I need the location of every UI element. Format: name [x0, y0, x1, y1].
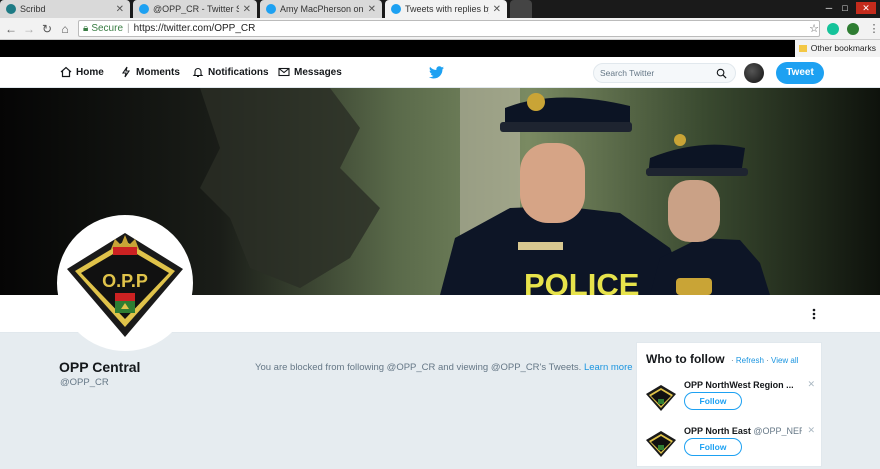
- nav-moments-label: Moments: [136, 66, 180, 78]
- back-arrow-icon[interactable]: ←: [3, 21, 19, 37]
- tab-title: @OPP_CR - Twitter Sear: [153, 4, 239, 14]
- nav-notifications[interactable]: Notifications: [192, 66, 269, 78]
- browser-tab-active[interactable]: Tweets with replies by O ✕: [385, 0, 507, 18]
- more-options-icon[interactable]: [808, 307, 820, 321]
- follow-button[interactable]: Follow: [684, 438, 742, 456]
- nav-messages-label: Messages: [294, 66, 342, 78]
- user-avatar[interactable]: [744, 63, 764, 83]
- opp-badge-icon[interactable]: [645, 384, 677, 412]
- search-icon[interactable]: [716, 68, 727, 79]
- blocked-notice: You are blocked from following @OPP_CR a…: [255, 362, 633, 373]
- twitter-bird-logo-icon[interactable]: [429, 66, 444, 79]
- tweet-button[interactable]: Tweet: [776, 62, 824, 84]
- nav-moments[interactable]: Moments: [120, 66, 180, 78]
- minimize-icon[interactable]: ─: [822, 2, 836, 14]
- who-to-follow-panel: Who to follow · Refresh · View all OPP N…: [636, 342, 822, 467]
- nav-home-label: Home: [76, 66, 104, 78]
- opp-badge-icon[interactable]: [645, 430, 677, 458]
- nav-notifications-label: Notifications: [208, 66, 269, 78]
- browser-toolbar: ← → ↻ ⌂ 🔒︎ Secure | https://twitter.com/OPP…: [0, 18, 880, 40]
- bookmarks-bar: [0, 40, 880, 57]
- close-icon[interactable]: ✕: [493, 4, 501, 15]
- window-close-icon[interactable]: ✕: [856, 2, 876, 14]
- extension-icon[interactable]: [847, 23, 859, 35]
- suggestion-item: OPP North East @OPP_NER ✕ Follow: [637, 425, 823, 469]
- browser-tab-strip: Scribd ✕ @OPP_CR - Twitter Sear ✕ Amy Ma…: [0, 0, 880, 18]
- tab-title: Scribd: [20, 4, 46, 14]
- forward-arrow-icon[interactable]: →: [21, 21, 37, 37]
- twitter-bird-icon: [139, 4, 149, 14]
- extension-grammarly-icon[interactable]: [827, 23, 839, 35]
- lightning-icon: [121, 66, 131, 78]
- suggestion-handle: @OPP_NER: [753, 426, 802, 436]
- twitter-top-nav: Home Moments Notifications Messages Sear…: [0, 57, 880, 88]
- tab-title: Amy MacPherson on Twi: [280, 4, 364, 14]
- home-icon: [60, 66, 72, 78]
- follow-button[interactable]: Follow: [684, 392, 742, 410]
- other-bookmarks-label: Other bookmarks: [810, 43, 876, 53]
- who-to-follow-links: · Refresh · View all: [731, 356, 799, 365]
- other-bookmarks[interactable]: Other bookmarks: [794, 40, 880, 57]
- banner-vest-text: POLICE: [524, 267, 639, 295]
- refresh-link[interactable]: Refresh: [736, 356, 764, 365]
- secure-label: Secure: [91, 23, 124, 34]
- tab-title: Tweets with replies by O: [405, 4, 489, 14]
- scribd-icon: [6, 4, 16, 14]
- search-placeholder: Search Twitter: [600, 68, 655, 78]
- search-input[interactable]: Search Twitter: [593, 63, 736, 83]
- opp-logo-text: O.P.P: [102, 271, 148, 291]
- who-to-follow-title: Who to follow: [646, 352, 725, 366]
- twitter-bird-icon: [391, 4, 401, 14]
- blocked-message: You are blocked from following @OPP_CR a…: [255, 362, 582, 373]
- address-bar[interactable]: 🔒︎ Secure | https://twitter.com/OPP_CR: [78, 20, 820, 37]
- nav-home[interactable]: Home: [60, 66, 104, 78]
- browser-tab[interactable]: @OPP_CR - Twitter Sear ✕: [133, 0, 257, 18]
- view-all-link[interactable]: View all: [771, 356, 798, 365]
- home-icon[interactable]: ⌂: [57, 21, 73, 37]
- close-icon[interactable]: ✕: [116, 4, 124, 15]
- envelope-icon: [278, 67, 290, 77]
- url-text: https://twitter.com/OPP_CR: [133, 23, 256, 34]
- nav-messages[interactable]: Messages: [278, 66, 342, 78]
- browser-tab[interactable]: Scribd ✕: [0, 0, 130, 18]
- twitter-bird-icon: [266, 4, 276, 14]
- learn-more-link[interactable]: Learn more: [584, 362, 633, 373]
- profile-handle: @OPP_CR: [60, 377, 109, 388]
- opp-badge-logo: O.P.P: [67, 233, 183, 337]
- menu-kebab-icon[interactable]: ⋮: [866, 21, 880, 37]
- profile-name: OPP Central: [59, 359, 141, 375]
- folder-icon: [798, 45, 807, 53]
- browser-tab[interactable]: Amy MacPherson on Twi ✕: [260, 0, 382, 18]
- close-icon[interactable]: ✕: [368, 4, 376, 15]
- suggestion-item: OPP NorthWest Region ... ✕ Follow: [637, 379, 823, 423]
- suggestion-name[interactable]: OPP North East @OPP_NER: [684, 426, 802, 436]
- close-icon[interactable]: ✕: [243, 4, 251, 15]
- bell-icon: [192, 68, 204, 78]
- maximize-icon[interactable]: □: [838, 2, 852, 14]
- bookmark-star-icon[interactable]: ☆: [806, 21, 822, 37]
- profile-avatar[interactable]: O.P.P: [57, 215, 193, 351]
- new-tab-button[interactable]: [510, 0, 532, 18]
- suggestion-name[interactable]: OPP NorthWest Region ...: [684, 380, 802, 390]
- reload-icon[interactable]: ↻: [39, 21, 55, 37]
- dismiss-icon[interactable]: ✕: [807, 425, 815, 436]
- lock-icon: 🔒︎: [83, 23, 89, 34]
- dismiss-icon[interactable]: ✕: [807, 379, 815, 390]
